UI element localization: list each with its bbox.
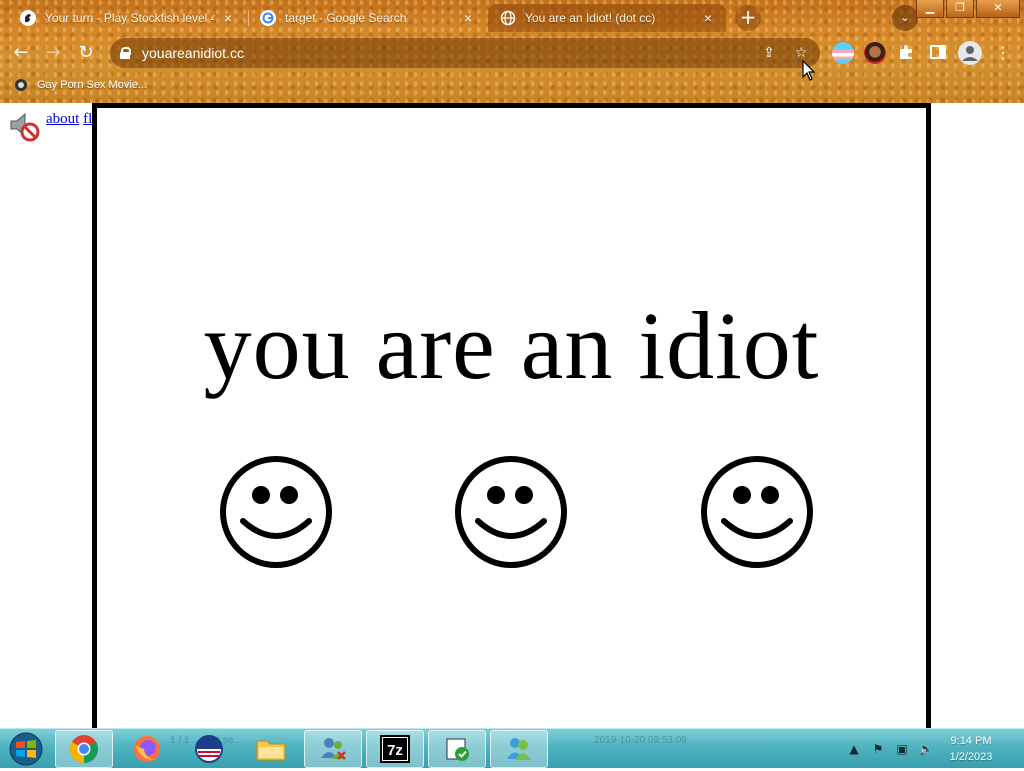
taskbar-green-app-button[interactable]	[428, 730, 486, 768]
taskbar: 1 / 1 ...ct(s) se... 2019-10-20 09:53:09	[0, 728, 1024, 768]
reload-button[interactable]: ↻	[73, 40, 99, 66]
clock-time: 9:14 PM	[950, 735, 992, 747]
green-app-icon	[446, 738, 469, 761]
ghost-date-text: 2019-10-20 09:53:09	[594, 735, 687, 746]
minimize-button[interactable]: ▁	[916, 0, 944, 18]
back-button[interactable]: ←	[8, 40, 34, 66]
network-icon[interactable]: ▣	[893, 740, 911, 758]
bookmark-label: Gay Porn Sex Movie...	[37, 79, 148, 91]
chrome-menu-icon[interactable]: ⋮	[990, 40, 1016, 66]
taskbar-chrome-button[interactable]	[55, 730, 113, 768]
system-clock[interactable]: 9:14 PM 1/2/2023	[936, 733, 1006, 765]
tab-strip: Your turn - Play Stockfish level 4 × tar…	[0, 0, 1024, 34]
smiley-face-icon	[455, 456, 567, 568]
tab-you-are-an-idiot[interactable]: You are an Idiot! (dot cc) ×	[488, 4, 726, 32]
address-bar[interactable]: youareanidiot.cc ⇪ ☆	[110, 38, 820, 68]
new-tab-button[interactable]: +	[735, 5, 761, 31]
flag-icon[interactable]: ⚑	[869, 740, 887, 758]
profile-avatar-icon[interactable]	[958, 41, 982, 65]
folder-icon	[256, 740, 286, 761]
system-tray: ▲ ⚑ ▣ 🔈	[845, 729, 941, 769]
bookmarks-bar: Gay Porn Sex Movie...	[0, 72, 1024, 98]
page-content: about flash you are an idiot	[0, 103, 1024, 728]
firefox-icon	[134, 736, 160, 762]
show-hidden-icons-icon[interactable]: ▲	[845, 740, 863, 758]
maximize-button[interactable]: ❐	[946, 0, 974, 18]
svg-text:7z: 7z	[387, 742, 403, 759]
taskbar-user-switch-button[interactable]	[304, 730, 362, 768]
tab-google-search[interactable]: target - Google Search ×	[248, 4, 486, 32]
tab-title: Your turn - Play Stockfish level 4	[45, 11, 214, 25]
google-icon	[260, 10, 276, 26]
bookmark-item[interactable]: Gay Porn Sex Movie...	[14, 78, 147, 92]
7zip-icon: 7z	[380, 735, 410, 763]
taskbar-obama-button[interactable]	[180, 730, 238, 768]
lock-icon[interactable]	[120, 47, 131, 59]
profile-extension-icon[interactable]	[864, 42, 886, 64]
forward-button[interactable]: →	[40, 40, 66, 66]
users-icon	[321, 738, 346, 760]
browser-toolbar: ← → ↻ youareanidiot.cc ⇪ ☆ ⋮	[0, 36, 1024, 70]
puzzle-extensions-icon[interactable]	[896, 42, 918, 64]
tab-close-icon[interactable]: ×	[460, 10, 476, 26]
volume-icon[interactable]: 🔈	[917, 740, 935, 758]
chrome-icon	[70, 735, 98, 763]
extension-flag-icon[interactable]	[832, 42, 854, 64]
taskbar-firefox-button[interactable]	[118, 730, 176, 768]
tab-title: You are an Idiot! (dot cc)	[525, 11, 656, 25]
clock-date: 1/2/2023	[949, 751, 993, 763]
idiot-frame: you are an idiot	[92, 103, 931, 728]
window-controls: ▁ ❐ ✕	[914, 0, 1020, 18]
globe-icon	[500, 10, 516, 26]
close-window-button[interactable]: ✕	[976, 0, 1020, 18]
taskbar-messenger-button[interactable]	[490, 730, 548, 768]
about-link[interactable]: about	[46, 111, 79, 127]
mouse-cursor-icon	[802, 60, 816, 81]
tab-title: target - Google Search	[285, 11, 407, 25]
messenger-icon	[507, 738, 531, 760]
browser-window-frame: Your turn - Play Stockfish level 4 × tar…	[0, 0, 1024, 103]
obama-logo-icon	[195, 735, 223, 763]
bookmark-favicon-icon	[14, 78, 28, 92]
page-headline: you are an idiot	[203, 292, 820, 399]
share-icon[interactable]: ⇪	[756, 40, 782, 66]
smiley-face-icon	[220, 456, 332, 568]
tab-stockfish[interactable]: Your turn - Play Stockfish level 4 ×	[8, 4, 246, 32]
side-panel-icon[interactable]	[928, 42, 950, 64]
tab-close-icon[interactable]: ×	[700, 10, 716, 26]
tab-close-icon[interactable]: ×	[220, 10, 236, 26]
taskbar-7zip-button[interactable]: 7z	[366, 730, 424, 768]
start-button[interactable]	[6, 731, 46, 767]
lichess-icon	[20, 10, 36, 26]
speaker-muted-icon[interactable]	[8, 110, 40, 142]
smiley-face-icon	[701, 456, 813, 568]
url-text[interactable]: youareanidiot.cc	[142, 45, 756, 61]
taskbar-file-explorer-button[interactable]	[242, 730, 300, 768]
